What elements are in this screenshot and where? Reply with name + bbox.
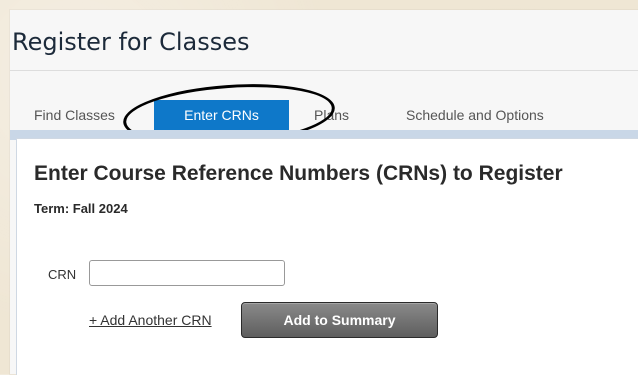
registration-window: Register for Classes Find Classes Enter … bbox=[10, 10, 638, 375]
tab-schedule-and-options[interactable]: Schedule and Options bbox=[406, 100, 544, 130]
tab-plans[interactable]: Plans bbox=[314, 100, 349, 130]
add-to-summary-button[interactable]: Add to Summary bbox=[241, 302, 438, 338]
tab-find-classes[interactable]: Find Classes bbox=[34, 100, 115, 130]
page-title: Register for Classes bbox=[12, 28, 250, 56]
term-label: Term: Fall 2024 bbox=[34, 201, 128, 216]
page-header: Register for Classes bbox=[10, 10, 638, 71]
crn-label: CRN bbox=[48, 267, 77, 282]
enter-crns-panel: Enter Course Reference Numbers (CRNs) to… bbox=[16, 138, 638, 375]
crn-input[interactable] bbox=[89, 260, 285, 286]
add-another-crn-link[interactable]: + Add Another CRN bbox=[89, 312, 212, 328]
tab-bar: Find Classes Enter CRNs Plans Schedule a… bbox=[10, 100, 638, 130]
tab-enter-crns[interactable]: Enter CRNs bbox=[154, 100, 289, 130]
panel-heading: Enter Course Reference Numbers (CRNs) to… bbox=[34, 162, 563, 185]
